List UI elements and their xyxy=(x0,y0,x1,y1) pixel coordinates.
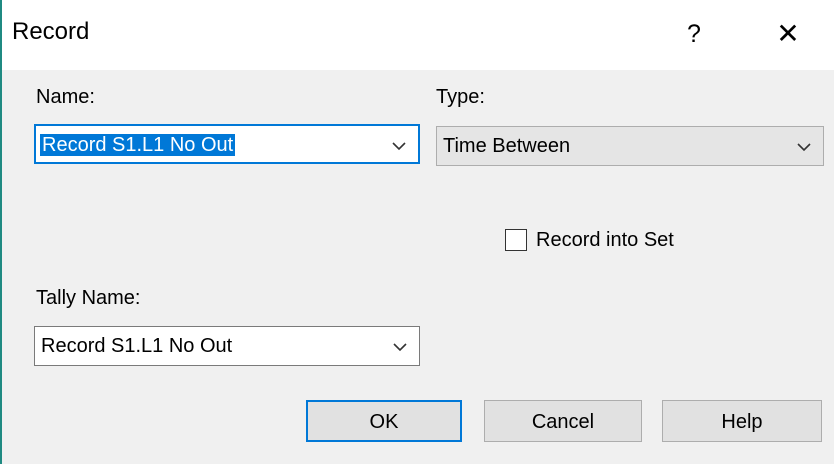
tally-name-combobox[interactable]: Record S1.L1 No Out xyxy=(34,326,420,366)
type-dropdown-value: Time Between xyxy=(443,135,571,157)
tally-name-label: Tally Name: xyxy=(36,287,141,309)
chevron-down-icon[interactable] xyxy=(391,338,409,356)
name-input-value[interactable]: Record S1.L1 No Out xyxy=(40,134,236,156)
question-mark-icon: ? xyxy=(687,20,701,48)
dialog-title: Record xyxy=(12,18,90,45)
close-icon: ✕ xyxy=(776,18,800,49)
name-label: Name: xyxy=(36,86,95,108)
name-combobox[interactable]: Record S1.L1 No Out xyxy=(34,124,420,164)
chevron-down-icon[interactable] xyxy=(795,138,813,156)
record-into-set-checkbox[interactable] xyxy=(505,229,527,251)
chevron-down-icon[interactable] xyxy=(390,137,408,155)
type-dropdown[interactable]: Time Between xyxy=(436,126,824,166)
ok-button[interactable]: OK xyxy=(306,400,462,442)
title-help-button[interactable]: ? xyxy=(670,14,718,54)
type-label: Type: xyxy=(436,86,485,108)
help-button[interactable]: Help xyxy=(662,400,822,442)
title-bar: Record ? ✕ xyxy=(2,0,834,70)
tally-name-input-value[interactable]: Record S1.L1 No Out xyxy=(41,335,232,357)
cancel-button[interactable]: Cancel xyxy=(484,400,642,442)
record-dialog: Record ? ✕ Name: Record S1.L1 No Out Typ… xyxy=(2,0,834,464)
close-button[interactable]: ✕ xyxy=(762,14,814,54)
record-into-set-label[interactable]: Record into Set xyxy=(536,229,674,252)
